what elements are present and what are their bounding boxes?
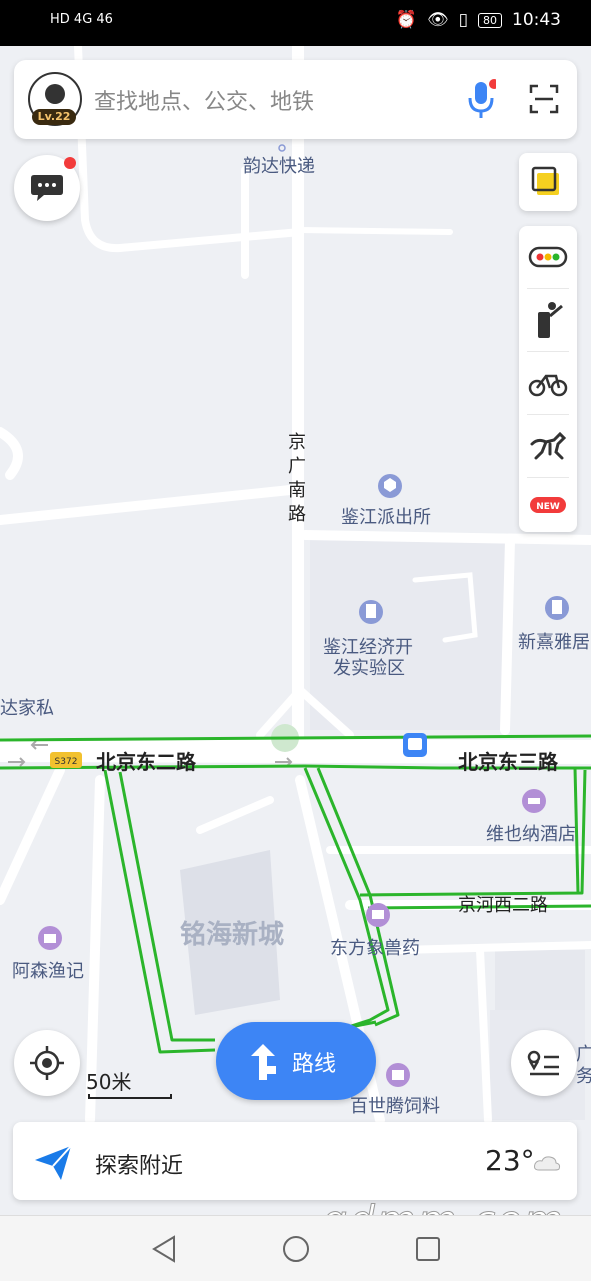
scale-bar: [88, 1094, 172, 1099]
layers-button[interactable]: [519, 153, 577, 211]
police-poi-icon[interactable]: [378, 474, 402, 498]
poi-xinxi-label[interactable]: 新熹雅居: [518, 628, 590, 654]
poi-baishi-label[interactable]: 百世腾饲料: [350, 1092, 440, 1118]
devzone-poi-icon[interactable]: [359, 600, 383, 624]
locate-icon: [30, 1046, 64, 1080]
home-icon[interactable]: [281, 1234, 311, 1264]
navigate-arrow-icon: [35, 1145, 72, 1180]
area-minghai-label: 铭海新城: [180, 920, 285, 950]
poi-dongfang-label[interactable]: 东方象兽药: [330, 934, 420, 960]
explore-label: 探索附近: [95, 1154, 184, 1179]
route-label: 路线: [292, 1052, 337, 1077]
message-icon: [31, 157, 76, 201]
svg-text:NEW: NEW: [536, 502, 560, 512]
status-bar: HD 4G 46 ⏰ 👁 ▯ 80 10:43: [0, 0, 591, 46]
walk-icon: [538, 302, 563, 338]
locate-button[interactable]: [14, 1030, 80, 1096]
road-label-jingguang-4: 路: [288, 504, 306, 525]
hotel-poi-icon[interactable]: [522, 789, 546, 813]
highway-badge: S372: [55, 757, 78, 767]
road-label-bj-east2: 北京东二路: [96, 750, 196, 774]
recents-icon[interactable]: [414, 1235, 442, 1263]
list-button[interactable]: [511, 1030, 577, 1096]
clock: 10:43: [512, 10, 561, 30]
walk-button[interactable]: [519, 289, 577, 351]
road-label-jingguang-1: 京: [288, 432, 306, 453]
poi-asen-label[interactable]: 阿森渔记: [12, 957, 84, 983]
level-badge: Lv.22: [32, 109, 76, 125]
bus-stop-icon[interactable]: [403, 733, 427, 757]
temperature-label: 23°: [485, 1144, 535, 1177]
poi-right-edge-label-2[interactable]: 务: [576, 1062, 591, 1088]
mic-icon[interactable]: [466, 78, 496, 120]
scan-icon[interactable]: [529, 84, 559, 114]
bike-button[interactable]: [519, 352, 577, 414]
weather-cloud-icon: [534, 1156, 561, 1171]
message-button[interactable]: [14, 155, 80, 221]
road-label-jingguang-3: 南: [288, 480, 306, 501]
poi-express-label[interactable]: 韵达快递: [243, 152, 315, 178]
list-icon: [527, 1050, 559, 1076]
poi-dajia-label[interactable]: 达家私: [0, 694, 54, 720]
bike-icon: [528, 374, 568, 397]
back-icon[interactable]: [150, 1234, 178, 1264]
eye-icon: 👁: [427, 10, 449, 30]
shop-poi-icon[interactable]: [366, 903, 390, 927]
layers-icon: [531, 166, 559, 195]
new-feature-button[interactable]: NEW: [519, 478, 577, 532]
battery-indicator: 80: [478, 12, 502, 28]
system-nav-bar: [0, 1215, 591, 1281]
search-input[interactable]: 查找地点、公交、地铁: [94, 84, 314, 116]
poi-police-label[interactable]: 鉴江派出所: [341, 503, 431, 529]
vibrate-icon: ▯: [458, 10, 468, 30]
scale-label: 50米: [86, 1070, 132, 1094]
road-label-jingguang-2: 广: [288, 456, 306, 477]
new-badge-icon: NEW: [530, 497, 566, 513]
explore-nearby-bar[interactable]: 探索附近 23°: [13, 1122, 577, 1200]
search-bar[interactable]: Lv.22 查找地点、公交、地铁: [14, 60, 577, 139]
horse-button[interactable]: [519, 415, 577, 477]
poi-vienna-label[interactable]: 维也纳酒店: [486, 820, 576, 846]
road-label-bj-east3: 北京东三路: [458, 750, 558, 774]
poi-devzone-label-2[interactable]: 发实验区: [333, 654, 405, 680]
map-tools-panel: NEW: [519, 226, 577, 532]
xinxi-poi-icon[interactable]: [545, 596, 569, 620]
route-arrow-icon: [251, 1044, 276, 1080]
route-button[interactable]: 路线: [216, 1022, 376, 1100]
road-label-jinghe: 京河西二路: [458, 895, 548, 916]
horse-icon: [530, 431, 567, 460]
shop-poi-icon-2[interactable]: [38, 926, 62, 950]
alarm-icon: ⏰: [395, 10, 418, 30]
signal-indicators: HD 4G 46: [50, 12, 113, 27]
store-poi-icon[interactable]: [386, 1063, 410, 1087]
traffic-icon: [528, 246, 568, 268]
traffic-button[interactable]: [519, 226, 577, 288]
